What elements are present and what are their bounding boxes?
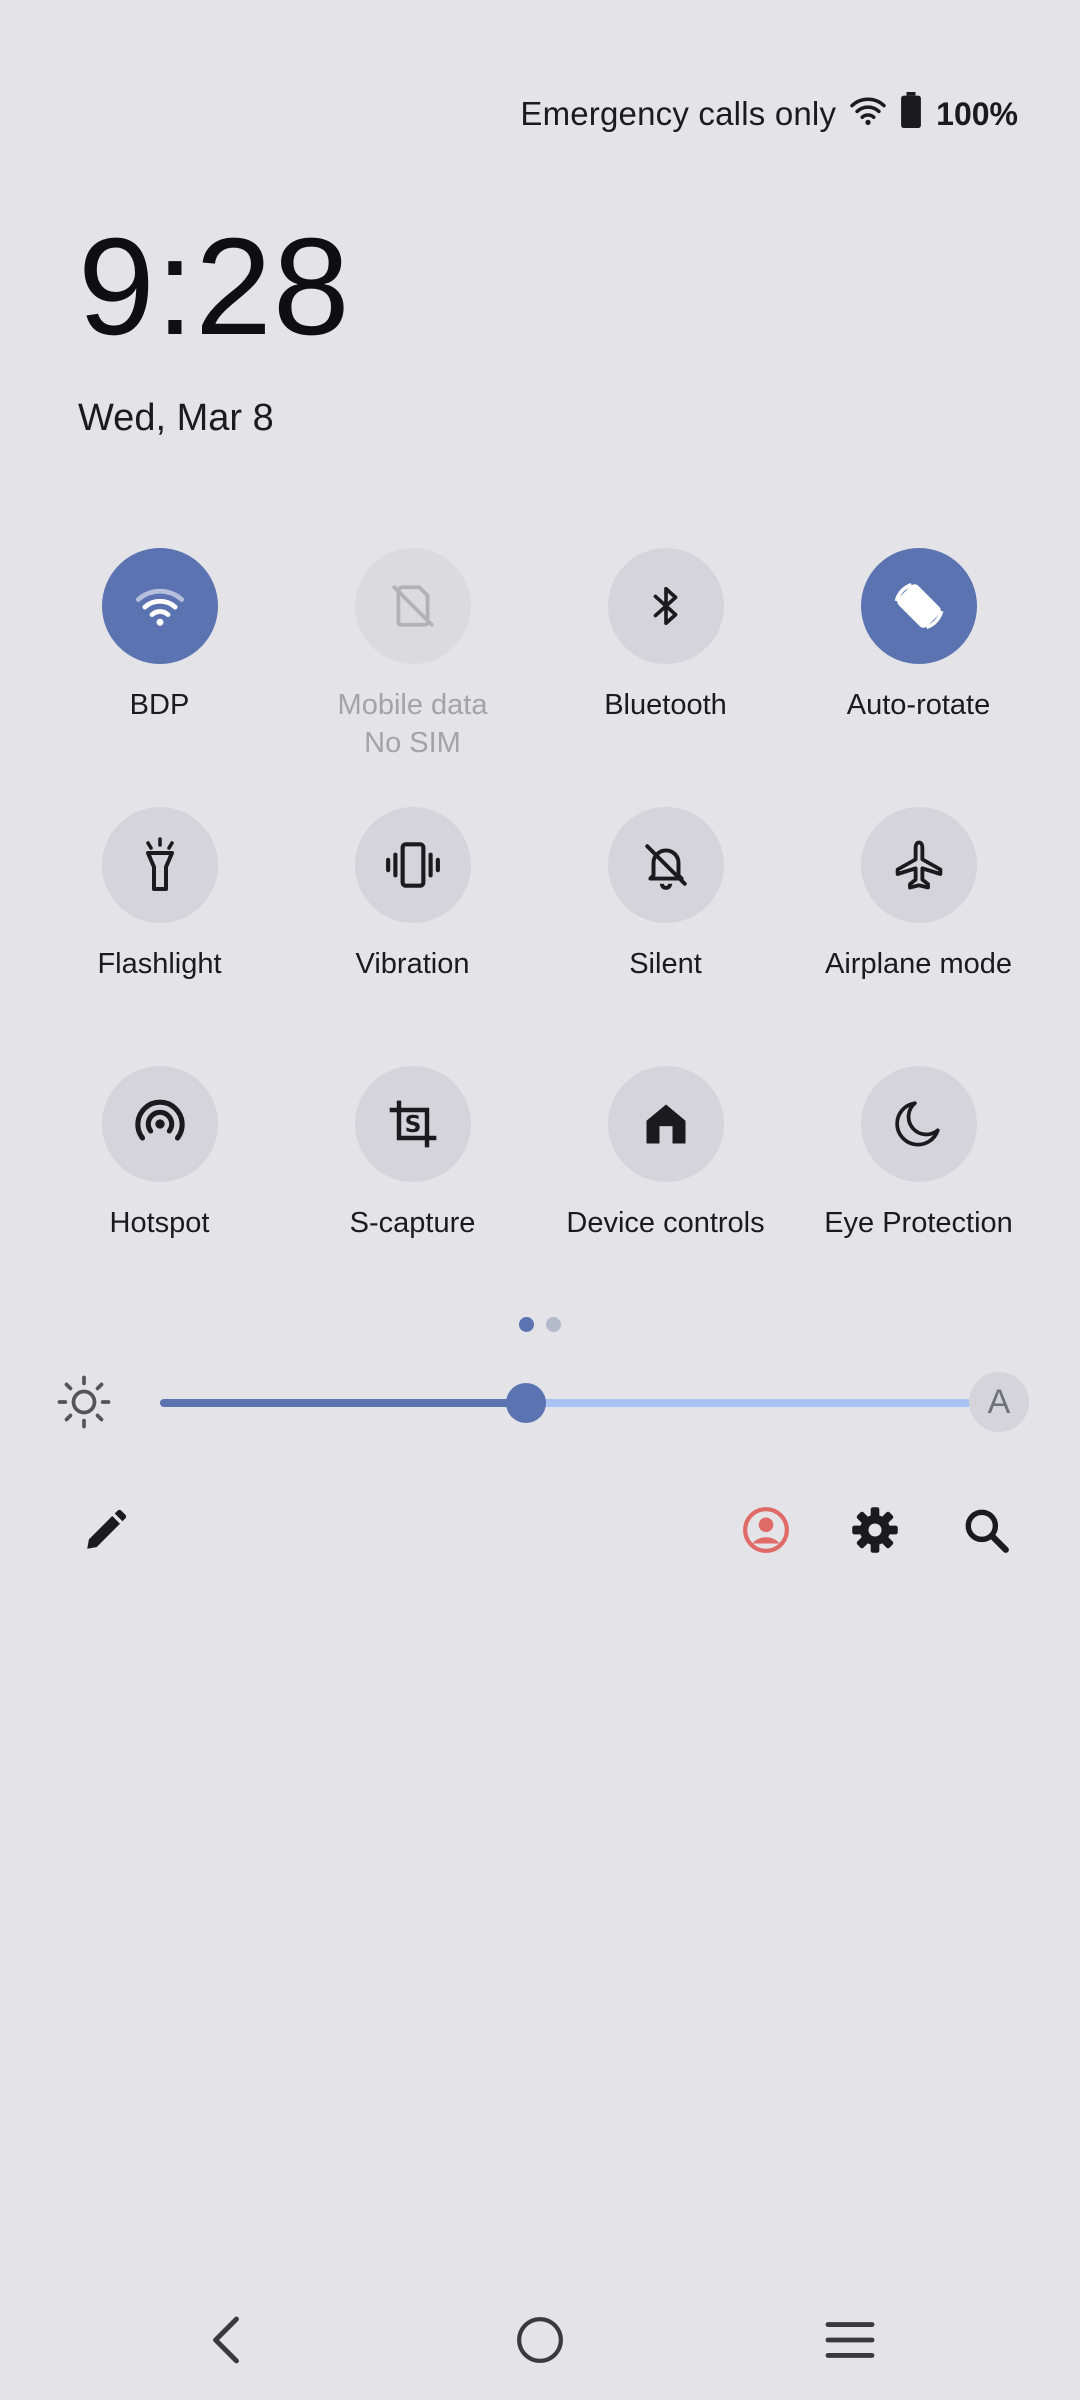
tile-eye-protection[interactable]: Eye Protection	[792, 1066, 1045, 1325]
tile-bluetooth[interactable]: Bluetooth	[539, 548, 792, 807]
tile-silent-button[interactable]	[607, 807, 724, 923]
tile-wifi-button[interactable]	[101, 548, 218, 664]
tile-label: Eye Protection	[824, 1207, 1013, 1239]
tile-mobile-data[interactable]: Mobile data No SIM	[286, 548, 539, 807]
tile-bluetooth-button[interactable]	[607, 548, 724, 664]
quick-settings-toolbar	[0, 1500, 1080, 1560]
battery-percent: 100%	[936, 95, 1018, 132]
tile-label: Vibration	[355, 948, 470, 980]
airplane-icon	[895, 840, 942, 890]
battery-icon	[900, 92, 922, 136]
back-button[interactable]	[196, 2310, 256, 2370]
sun-icon	[57, 1375, 111, 1429]
navigation-bar	[0, 2310, 1080, 2370]
user-account-icon	[743, 1507, 789, 1553]
clock-date[interactable]: Wed, Mar 8	[78, 397, 274, 440]
tile-label: Flashlight	[97, 948, 222, 980]
tile-airplane-mode-button[interactable]	[860, 807, 977, 923]
tile-vibration-button[interactable]	[354, 807, 471, 923]
tile-device-controls[interactable]: Device controls	[539, 1066, 792, 1325]
brightness-slider[interactable]	[160, 1383, 974, 1423]
tile-eye-protection-button[interactable]	[860, 1066, 977, 1182]
status-bar: Emergency calls only 100%	[520, 92, 1018, 136]
recents-button[interactable]	[820, 2310, 880, 2370]
tile-label: Device controls	[566, 1207, 765, 1239]
home-circle-icon	[517, 2317, 563, 2363]
tile-s-capture[interactable]: S S-capture	[286, 1066, 539, 1325]
settings-gear-icon	[852, 1507, 898, 1553]
vibration-icon	[385, 842, 440, 888]
tile-mobile-data-button[interactable]	[354, 548, 471, 664]
tile-sublabel: No SIM	[364, 727, 461, 759]
auto-rotate-icon	[894, 582, 943, 630]
wifi-icon	[135, 588, 184, 626]
tile-label: Mobile data	[337, 689, 488, 721]
edit-pencil-icon	[87, 1509, 127, 1549]
hotspot-icon	[134, 1099, 185, 1141]
page-dot-1[interactable]	[519, 1317, 534, 1332]
back-icon	[213, 2316, 239, 2364]
tile-label: Auto-rotate	[846, 689, 991, 721]
tile-flashlight[interactable]: Flashlight	[33, 807, 286, 1066]
brightness-row: A	[56, 1372, 1031, 1432]
tile-airplane-mode[interactable]: Airplane mode	[792, 807, 1045, 1066]
tile-auto-rotate[interactable]: Auto-rotate	[792, 548, 1045, 807]
wifi-signal-icon	[850, 94, 886, 134]
svg-text:S: S	[404, 1110, 421, 1138]
no-sim-icon	[391, 585, 434, 627]
tile-label: Hotspot	[109, 1207, 210, 1239]
page-indicator	[0, 1317, 1080, 1332]
tile-auto-rotate-button[interactable]	[860, 548, 977, 664]
brightness-slider-fill	[160, 1399, 527, 1407]
tile-device-controls-button[interactable]	[607, 1066, 724, 1182]
tile-vibration[interactable]: Vibration	[286, 807, 539, 1066]
tile-hotspot-button[interactable]	[101, 1066, 218, 1182]
carrier-status: Emergency calls only	[520, 95, 837, 132]
tile-label: Silent	[629, 948, 702, 980]
bluetooth-icon	[653, 586, 677, 626]
moon-icon	[894, 1101, 940, 1147]
tile-silent[interactable]: Silent	[539, 807, 792, 1066]
search-icon	[965, 1509, 1009, 1553]
search-button[interactable]	[956, 1500, 1016, 1560]
tile-label: Airplane mode	[825, 948, 1012, 980]
tile-label: S-capture	[349, 1207, 476, 1239]
tile-hotspot[interactable]: Hotspot	[33, 1066, 286, 1325]
tile-s-capture-button[interactable]: S	[354, 1066, 471, 1182]
auto-brightness-button[interactable]: A	[969, 1372, 1029, 1432]
home-icon	[646, 1104, 685, 1144]
silent-bell-icon	[644, 844, 687, 890]
tile-label: Bluetooth	[604, 689, 727, 721]
page-dot-2[interactable]	[546, 1317, 561, 1332]
settings-button[interactable]	[845, 1500, 905, 1560]
edit-button[interactable]	[76, 1500, 136, 1560]
home-button[interactable]	[510, 2310, 570, 2370]
quick-settings-grid: BDP Mobile data No SIM Bluetooth Auto-ro…	[33, 548, 1053, 1325]
clock-time[interactable]: 9:28	[78, 218, 351, 356]
screenshot-crop-icon: S	[389, 1100, 436, 1148]
tile-label: BDP	[129, 689, 190, 721]
user-button[interactable]	[736, 1500, 796, 1560]
flashlight-icon	[145, 837, 174, 891]
recents-menu-icon	[825, 2322, 875, 2358]
tile-wifi[interactable]: BDP	[33, 548, 286, 807]
brightness-slider-thumb[interactable]	[506, 1383, 547, 1423]
tile-flashlight-button[interactable]	[101, 807, 218, 923]
